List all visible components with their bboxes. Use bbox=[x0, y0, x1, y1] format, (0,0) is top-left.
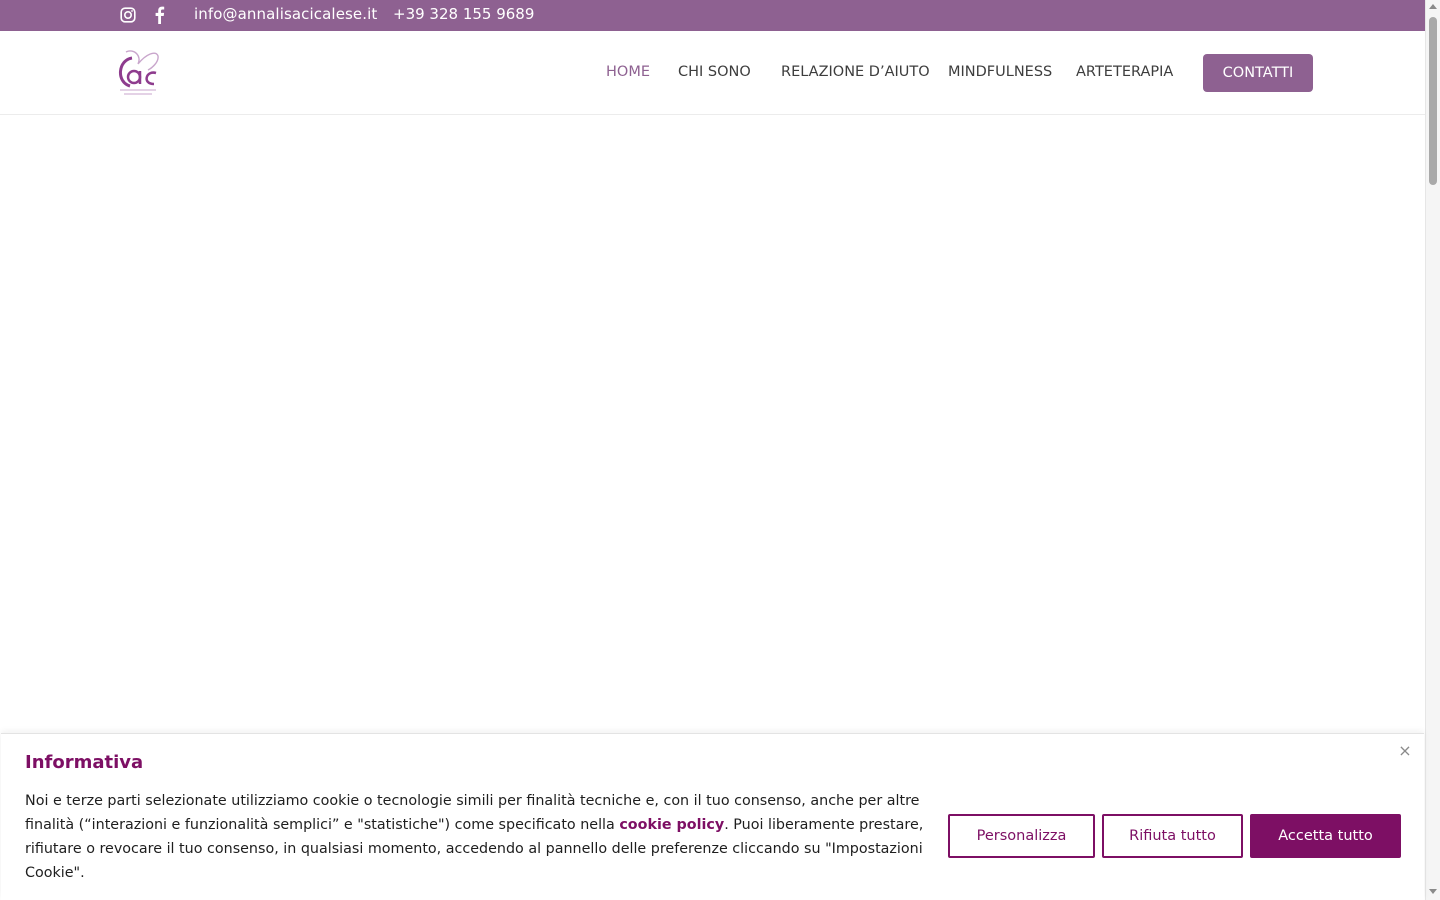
nav-relazione-aiuto[interactable]: RELAZIONE D’AIUTO bbox=[781, 64, 930, 80]
cookie-title: Informativa bbox=[25, 752, 144, 773]
cookie-text: Noi e terze parti selezionate utilizziam… bbox=[25, 789, 925, 885]
personalize-button[interactable]: Personalizza bbox=[948, 814, 1095, 858]
nav-home[interactable]: HOME bbox=[606, 64, 650, 80]
reject-all-button[interactable]: Rifiuta tutto bbox=[1102, 814, 1243, 858]
facebook-icon[interactable] bbox=[150, 6, 168, 24]
close-icon[interactable]: × bbox=[1398, 743, 1412, 759]
instagram-icon[interactable] bbox=[119, 6, 137, 24]
page-scrollbar[interactable] bbox=[1425, 0, 1440, 900]
nav-arteterapia[interactable]: ARTETERAPIA bbox=[1076, 64, 1173, 80]
cookie-policy-link[interactable]: cookie policy bbox=[619, 817, 724, 833]
nav-mindfulness[interactable]: MINDFULNESS bbox=[948, 64, 1052, 80]
accept-all-button[interactable]: Accetta tutto bbox=[1250, 814, 1401, 858]
cookie-banner: Informativa × Noi e terze parti selezion… bbox=[1, 733, 1424, 900]
top-contact-bar: info@annalisacicalese.it +39 328 155 968… bbox=[0, 0, 1425, 31]
scroll-down-icon[interactable] bbox=[1429, 889, 1437, 894]
site-logo[interactable] bbox=[112, 46, 162, 98]
scrollbar-thumb[interactable] bbox=[1429, 17, 1437, 185]
contact-button[interactable]: CONTATTI bbox=[1203, 54, 1313, 92]
nav-chi-sono[interactable]: CHI SONO bbox=[678, 64, 751, 80]
site-header: HOME CHI SONO RELAZIONE D’AIUTO MINDFULN… bbox=[0, 31, 1425, 115]
email-link[interactable]: info@annalisacicalese.it bbox=[194, 5, 377, 23]
scroll-up-icon[interactable] bbox=[1429, 4, 1437, 9]
phone-link[interactable]: +39 328 155 9689 bbox=[393, 5, 534, 23]
